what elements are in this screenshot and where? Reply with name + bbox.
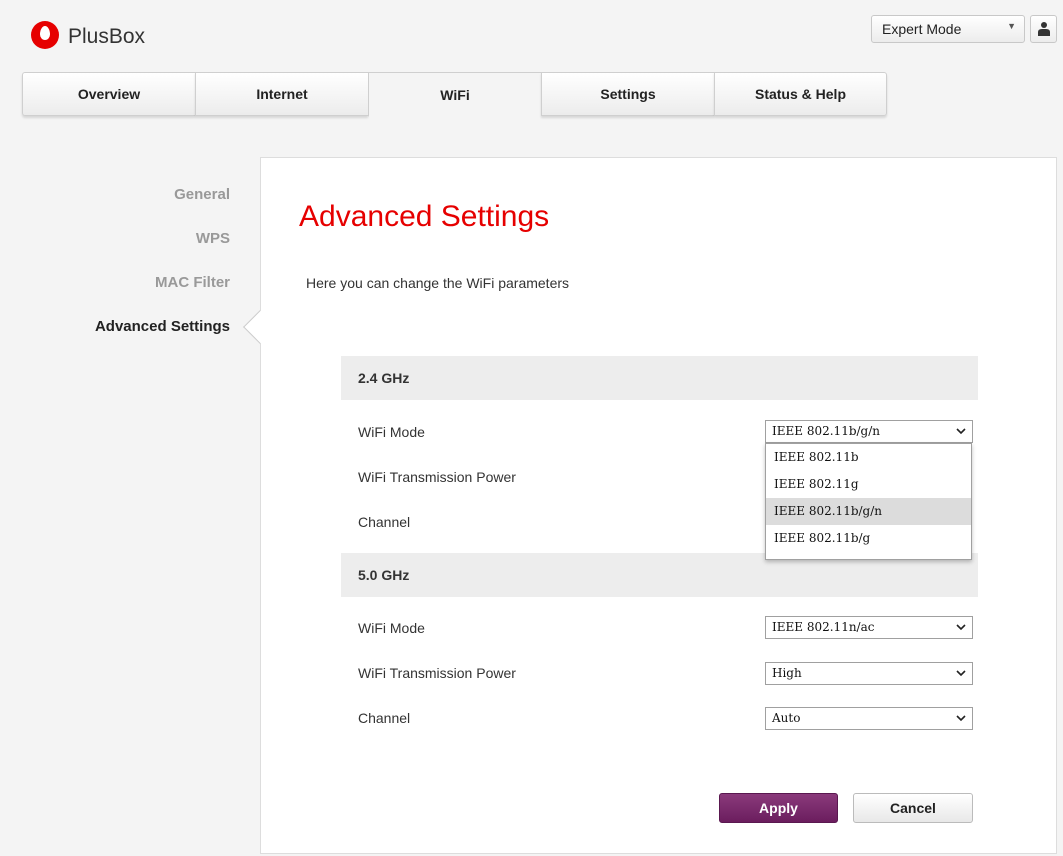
wifi-mode-24-value: IEEE 802.11b/g/n (772, 424, 880, 438)
tab-wifi[interactable]: WiFi (368, 72, 541, 117)
channel-24-label: Channel (358, 514, 411, 530)
sidebar-item-wps[interactable]: WPS (0, 230, 230, 274)
wifi-power-24-label: WiFi Transmission Power (358, 469, 516, 485)
page-title: Advanced Settings (299, 200, 550, 233)
wifi-mode-50-label: WiFi Mode (358, 620, 425, 636)
chevron-down-icon (956, 670, 966, 677)
tab-settings[interactable]: Settings (541, 72, 714, 116)
tab-status-help[interactable]: Status & Help (714, 72, 887, 116)
main-nav: Overview Internet WiFi Settings Status &… (22, 72, 887, 117)
sidebar-item-general[interactable]: General (0, 186, 230, 230)
section-24ghz: 2.4 GHz (341, 356, 978, 400)
mode-select-value: Expert Mode (882, 21, 962, 37)
brand-name: PlusBox (68, 25, 146, 48)
wifi-power-50-select[interactable]: High (765, 662, 973, 685)
wifi-mode-24-dropdown: IEEE 802.11b IEEE 802.11g IEEE 802.11b/g… (765, 443, 972, 560)
page-subtitle: Here you can change the WiFi parameters (306, 275, 570, 291)
tab-internet[interactable]: Internet (195, 72, 368, 116)
sidebar-item-advanced-settings[interactable]: Advanced Settings (0, 318, 230, 362)
channel-50-label: Channel (358, 710, 411, 726)
chevron-down-icon (956, 428, 966, 435)
channel-50-value: Auto (772, 711, 801, 725)
sidebar-item-mac-filter[interactable]: MAC Filter (0, 274, 230, 318)
wifi-mode-24-label: WiFi Mode (358, 424, 425, 440)
sidebar: General WPS MAC Filter Advanced Settings (0, 186, 230, 362)
vodafone-logo[interactable] (31, 21, 59, 49)
panel-pointer (243, 310, 277, 344)
dropdown-option[interactable]: IEEE 802.11b/g (766, 525, 971, 552)
channel-50-select[interactable]: Auto (765, 707, 973, 730)
wifi-mode-24-select[interactable]: IEEE 802.11b/g/n (765, 420, 973, 443)
wifi-power-50-label: WiFi Transmission Power (358, 665, 516, 681)
chevron-down-icon (956, 624, 966, 631)
user-icon (1037, 22, 1050, 36)
header: PlusBox Expert Mode ▼ (0, 0, 1063, 70)
dropdown-option[interactable]: IEEE 802.11b (766, 444, 971, 471)
content-panel: Advanced Settings Here you can change th… (243, 157, 1057, 854)
dropdown-option-selected[interactable]: IEEE 802.11b/g/n (766, 498, 971, 525)
user-button[interactable] (1030, 15, 1057, 43)
dropdown-option[interactable]: IEEE 802.11g (766, 471, 971, 498)
caret-down-icon: ▼ (1007, 21, 1016, 31)
tab-overview[interactable]: Overview (22, 72, 195, 116)
wifi-power-50-value: High (772, 666, 802, 680)
mode-select[interactable]: Expert Mode ▼ (871, 15, 1025, 43)
wifi-mode-50-value: IEEE 802.11n/ac (772, 620, 875, 634)
cancel-button[interactable]: Cancel (853, 793, 973, 823)
chevron-down-icon (956, 715, 966, 722)
apply-button[interactable]: Apply (719, 793, 838, 823)
wifi-mode-50-select[interactable]: IEEE 802.11n/ac (765, 616, 973, 639)
